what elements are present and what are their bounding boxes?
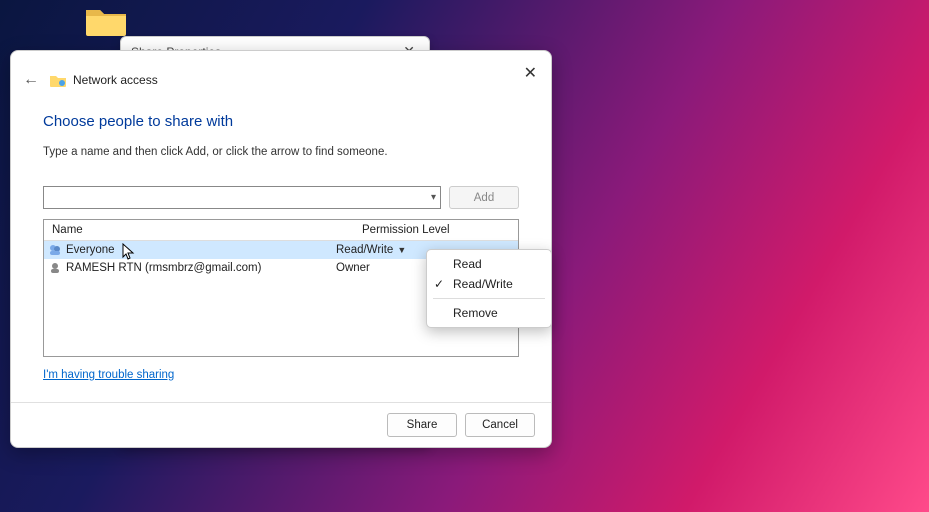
folder-icon <box>84 4 128 38</box>
menu-item-label: Read/Write <box>453 277 513 291</box>
row-name-label: Everyone <box>66 244 115 256</box>
dialog-subtext: Type a name and then click Add, or click… <box>43 146 519 158</box>
menu-item-remove[interactable]: Remove <box>427 303 551 323</box>
close-icon[interactable]: ✕ <box>524 63 537 83</box>
user-icon <box>48 261 62 275</box>
group-icon <box>48 243 62 257</box>
row-perm-label: Read/Write <box>336 244 393 256</box>
share-button[interactable]: Share <box>387 413 457 437</box>
menu-item-read-write[interactable]: ✓ Read/Write <box>427 274 551 294</box>
row-perm-label: Owner <box>336 262 370 274</box>
dialog-header: ← Network access <box>11 51 551 99</box>
menu-separator <box>433 298 545 299</box>
permission-context-menu: Read ✓ Read/Write Remove <box>426 249 552 328</box>
column-name[interactable]: Name <box>44 220 354 240</box>
menu-item-label: Remove <box>453 306 498 320</box>
list-header: Name Permission Level <box>44 220 518 241</box>
check-icon: ✓ <box>434 277 444 291</box>
back-arrow-icon[interactable]: ← <box>23 71 39 89</box>
column-permission[interactable]: Permission Level <box>354 220 518 240</box>
chevron-down-icon[interactable]: ▾ <box>431 192 436 203</box>
network-folder-icon <box>49 72 67 88</box>
name-combobox[interactable]: ▾ <box>43 186 441 209</box>
dialog-heading: Choose people to share with <box>43 113 519 130</box>
dialog-title: Network access <box>73 73 158 87</box>
desktop-folder[interactable] <box>76 4 136 40</box>
menu-item-read[interactable]: Read <box>427 254 551 274</box>
trouble-sharing-link[interactable]: I'm having trouble sharing <box>43 369 174 381</box>
cancel-button[interactable]: Cancel <box>465 413 535 437</box>
add-button[interactable]: Add <box>449 186 519 209</box>
menu-item-label: Read <box>453 257 482 271</box>
chevron-down-icon: ▼ <box>397 245 406 255</box>
row-name-label: RAMESH RTN (rmsmbrz@gmail.com) <box>66 262 261 274</box>
dialog-footer: Share Cancel <box>11 402 551 447</box>
